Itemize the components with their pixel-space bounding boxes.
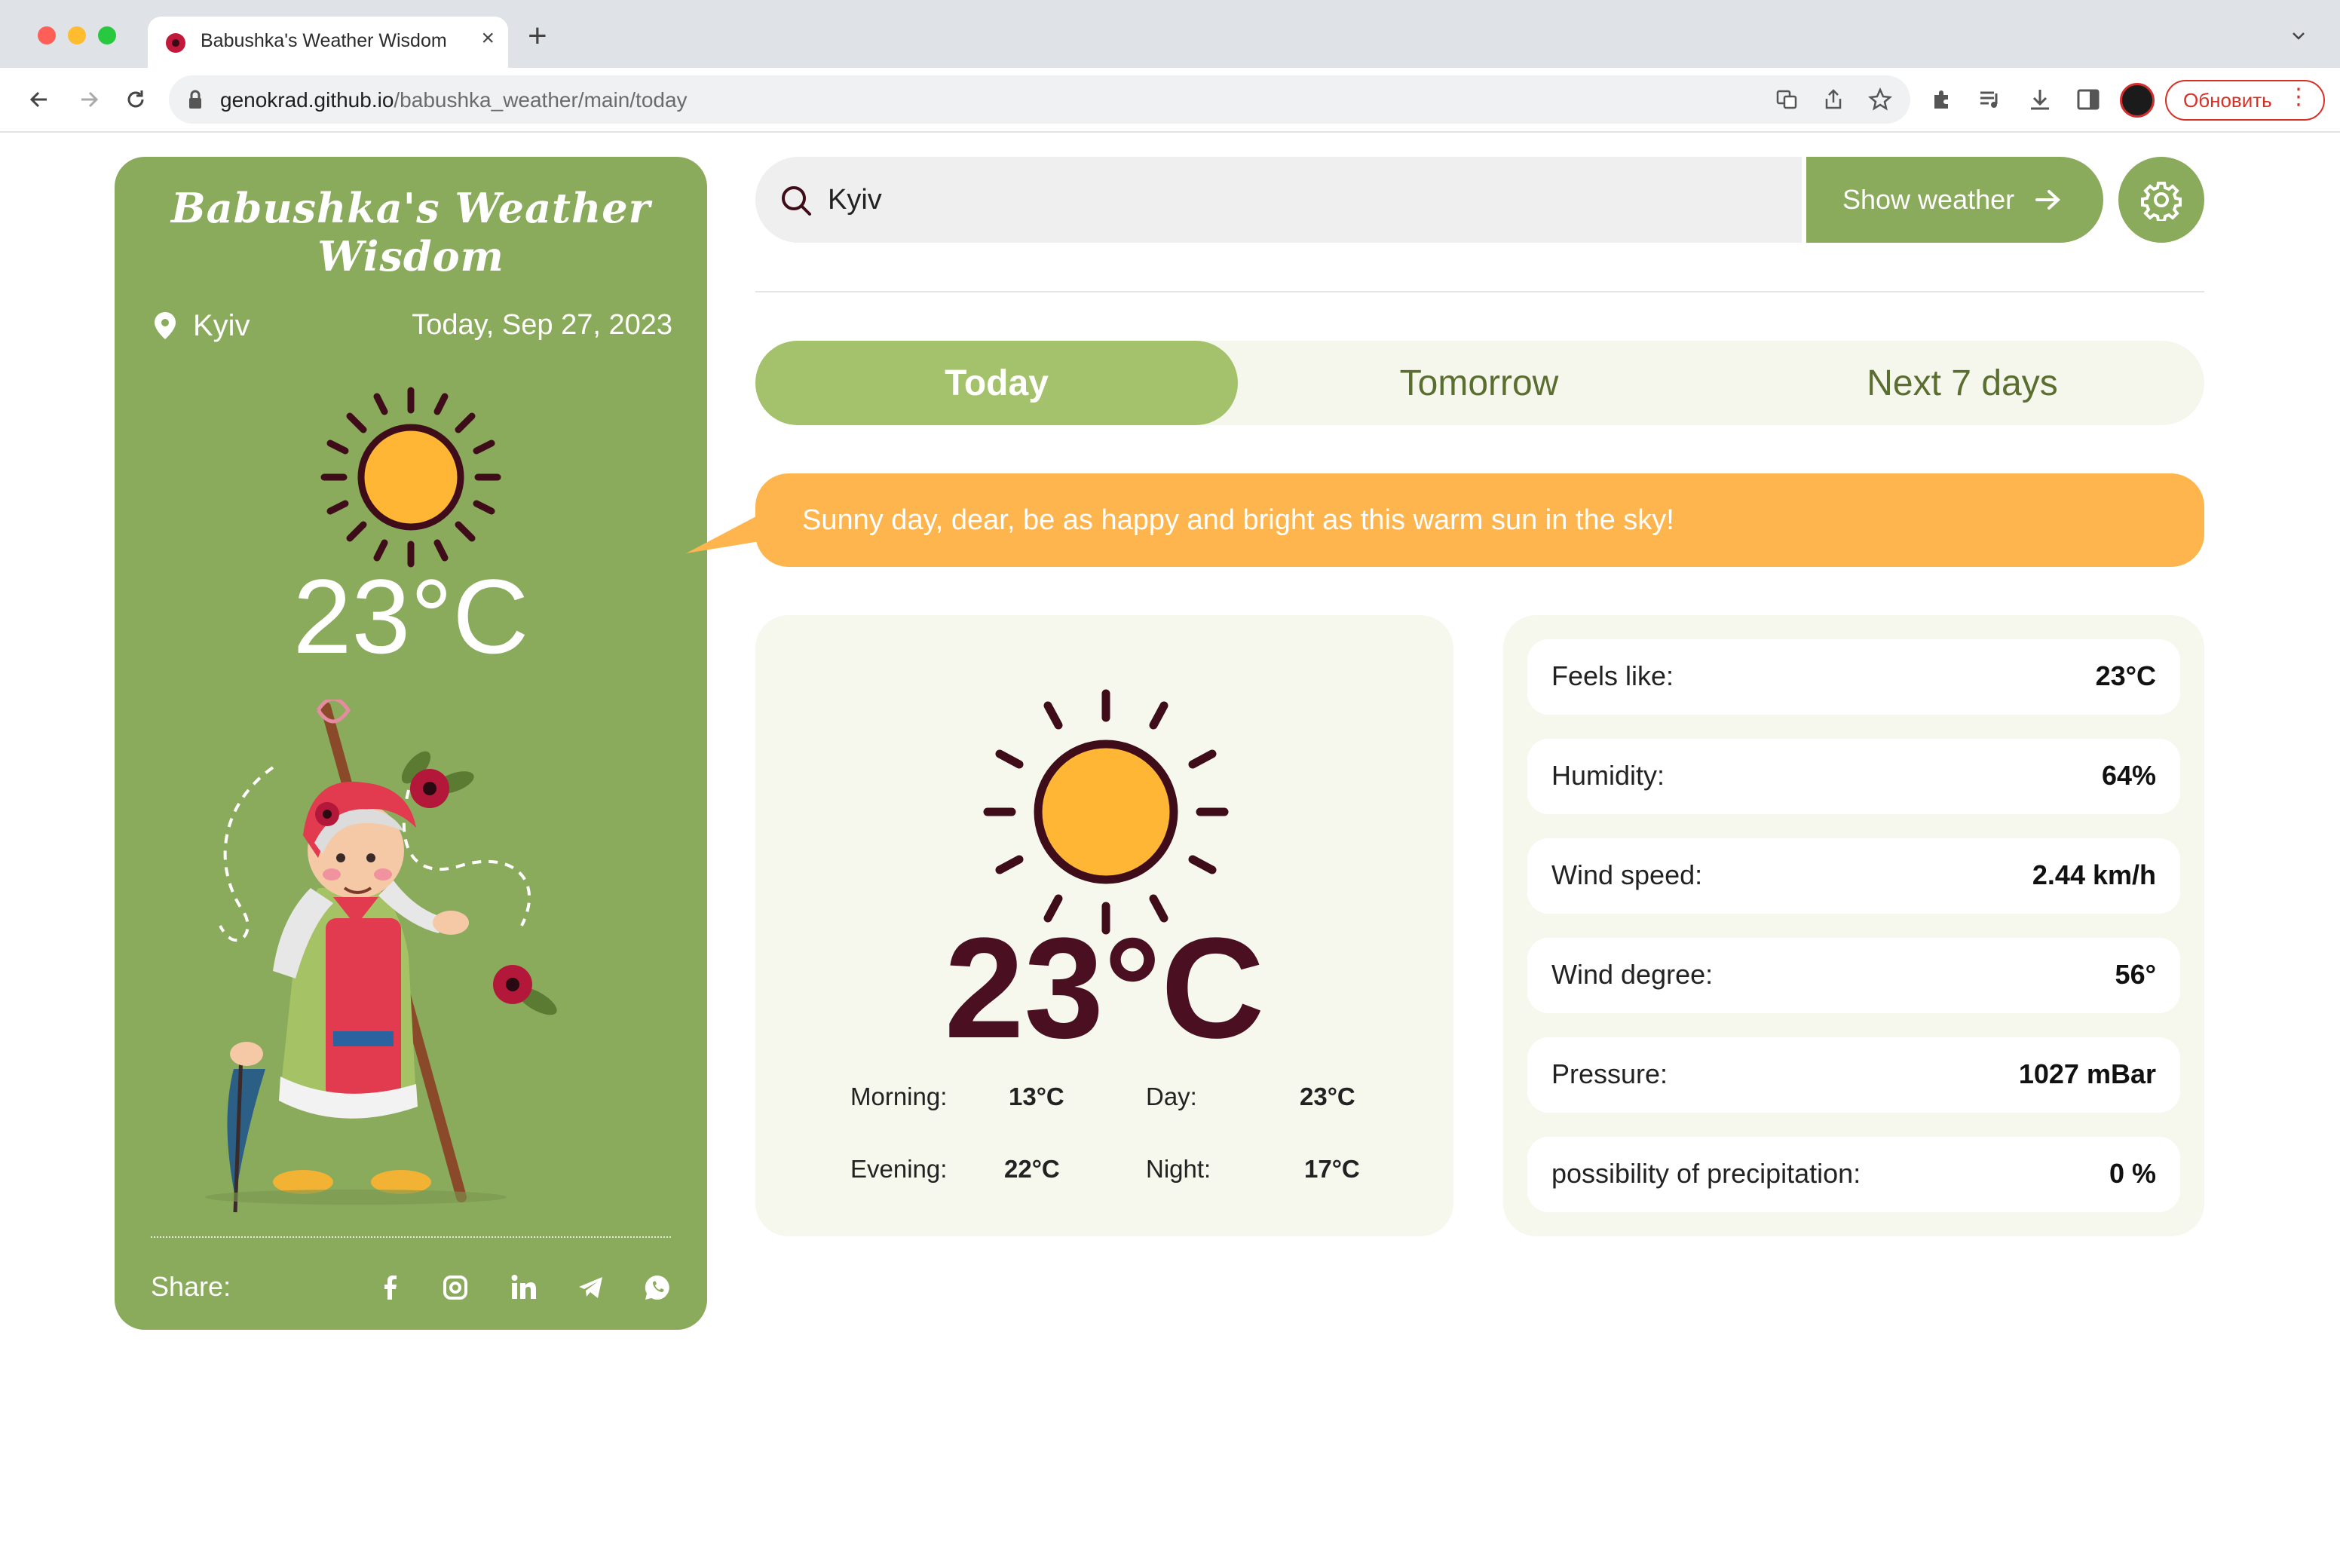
- tab-today[interactable]: Today: [755, 341, 1238, 425]
- detail-label: Wind speed:: [1551, 859, 1703, 890]
- city-search-box[interactable]: [755, 157, 1802, 243]
- update-button-label: Обновить: [2183, 88, 2272, 112]
- facebook-icon[interactable]: [375, 1272, 406, 1303]
- reload-button[interactable]: [119, 83, 152, 116]
- forward-button[interactable]: [72, 83, 106, 116]
- minimize-window-button[interactable]: [68, 26, 86, 44]
- instagram-icon[interactable]: [440, 1272, 470, 1303]
- tab-title: Babushka's Weather Wisdom: [201, 30, 447, 51]
- arrow-right-icon: [2035, 190, 2061, 210]
- translate-icon[interactable]: [1775, 87, 1799, 112]
- whatsapp-icon[interactable]: [642, 1272, 672, 1303]
- detail-label: Humidity:: [1551, 760, 1665, 791]
- show-weather-button[interactable]: Show weather: [1806, 157, 2103, 243]
- evening-temperature: 22°C: [1004, 1155, 1060, 1183]
- detail-row-feels-like: Feels like: 23°C: [1527, 639, 2180, 715]
- weather-summary-card: Babushka's Weather Wisdom Kyiv Today, Se…: [115, 157, 707, 1330]
- city-name: Kyiv: [193, 309, 250, 342]
- night-label: Night:: [1146, 1155, 1211, 1183]
- search-icon: [782, 186, 811, 216]
- browser-tab[interactable]: Babushka's Weather Wisdom ×: [148, 17, 508, 68]
- profile-avatar[interactable]: [2120, 83, 2155, 118]
- tab-next-7-days[interactable]: Next 7 days: [1720, 341, 2204, 425]
- url-path: /babushka_weather/main/today: [394, 88, 688, 112]
- settings-button[interactable]: [2118, 157, 2204, 243]
- telegram-icon[interactable]: [576, 1272, 606, 1303]
- maximize-window-button[interactable]: [98, 26, 116, 44]
- detail-value: 2.44 km/h: [2032, 859, 2156, 890]
- reload-icon: [127, 90, 144, 108]
- address-bar[interactable]: genokrad.github.io/babushka_weather/main…: [169, 75, 1910, 124]
- main-temperature: 23°C: [944, 908, 1265, 1068]
- detail-value: 56°: [2115, 959, 2156, 990]
- back-button[interactable]: [23, 83, 56, 116]
- current-date: Today, Sep 27, 2023: [412, 309, 672, 341]
- detail-value: 64%: [2101, 760, 2156, 791]
- share-label: Share:: [151, 1271, 231, 1302]
- today-forecast-card: 23°C Morning: 13°C Day: 23°C Evening: 22…: [755, 615, 1453, 1236]
- side-panel-icon[interactable]: [2075, 86, 2102, 113]
- new-tab-button[interactable]: +: [528, 20, 547, 53]
- browser-toolbar: genokrad.github.io/babushka_weather/main…: [0, 68, 2340, 133]
- linkedin-icon[interactable]: [508, 1272, 538, 1303]
- detail-label: possibility of precipitation:: [1551, 1158, 1861, 1189]
- gear-icon: [2141, 182, 2182, 221]
- tab-close-icon[interactable]: ×: [481, 26, 495, 51]
- detail-label: Feels like:: [1551, 660, 1674, 691]
- detail-value: 23°C: [2095, 660, 2156, 691]
- detail-row-precipitation: possibility of precipitation: 0 %: [1527, 1137, 2180, 1212]
- tab-tomorrow[interactable]: Tomorrow: [1238, 341, 1720, 425]
- detail-label: Pressure:: [1551, 1058, 1668, 1089]
- sidebar-temperature: 23°C: [292, 557, 529, 675]
- night-temperature: 17°C: [1304, 1155, 1360, 1183]
- weather-details-card: Feels like: 23°C Humidity: 64% Wind spee…: [1503, 615, 2204, 1236]
- browser-tab-bar: Babushka's Weather Wisdom × +: [0, 0, 2340, 68]
- poppy-favicon-icon: [166, 33, 185, 53]
- header-separator: [755, 291, 2204, 292]
- url-domain: genokrad.github.io: [220, 88, 394, 112]
- city-search-input[interactable]: [828, 157, 1732, 243]
- detail-value: 0 %: [2109, 1158, 2156, 1189]
- share-page-icon[interactable]: [1821, 87, 1845, 112]
- close-window-button[interactable]: [38, 26, 56, 44]
- arrow-right-icon: [81, 91, 99, 108]
- babushka-illustration: [205, 700, 557, 1213]
- location-row: Kyiv Today, Sep 27, 2023: [152, 305, 672, 350]
- sun-icon: [320, 387, 501, 568]
- detail-row-humidity: Humidity: 64%: [1527, 739, 2180, 814]
- bookmark-star-icon[interactable]: [1868, 87, 1892, 112]
- day-temperature: 23°C: [1300, 1083, 1355, 1110]
- update-browser-button[interactable]: Обновить ⋮: [2165, 80, 2325, 121]
- morning-label: Morning:: [850, 1083, 948, 1110]
- show-weather-label: Show weather: [1842, 184, 2015, 215]
- detail-label: Wind degree:: [1551, 959, 1714, 990]
- media-playlist-icon[interactable]: [1977, 86, 2004, 113]
- location-pin-icon: [155, 312, 176, 339]
- detail-value: 1027 mBar: [2018, 1058, 2156, 1089]
- forecast-tabs: Today Tomorrow Next 7 days: [755, 341, 2204, 425]
- detail-row-pressure: Pressure: 1027 mBar: [1527, 1037, 2180, 1113]
- detail-row-wind-degree: Wind degree: 56°: [1527, 938, 2180, 1013]
- tab-search-chevron-icon[interactable]: [2290, 27, 2307, 44]
- arrow-left-icon: [29, 91, 47, 108]
- menu-dots-icon[interactable]: ⋮: [2287, 86, 2310, 109]
- app-brand-title: Babushka's Weather Wisdom: [170, 184, 651, 280]
- wisdom-text: Sunny day, dear, be as happy and bright …: [802, 504, 1674, 536]
- babushka-wisdom-bubble: Sunny day, dear, be as happy and bright …: [755, 473, 2204, 567]
- url-text[interactable]: genokrad.github.io/babushka_weather/main…: [220, 88, 688, 112]
- day-label: Day:: [1146, 1083, 1197, 1110]
- evening-label: Evening:: [850, 1155, 948, 1183]
- detail-row-wind-speed: Wind speed: 2.44 km/h: [1527, 838, 2180, 914]
- share-divider: [151, 1236, 671, 1238]
- download-icon[interactable]: [2026, 86, 2054, 113]
- lock-icon[interactable]: [187, 89, 204, 110]
- extensions-puzzle-icon[interactable]: [1928, 86, 1956, 113]
- sun-icon: [983, 689, 1229, 935]
- morning-temperature: 13°C: [1009, 1083, 1064, 1110]
